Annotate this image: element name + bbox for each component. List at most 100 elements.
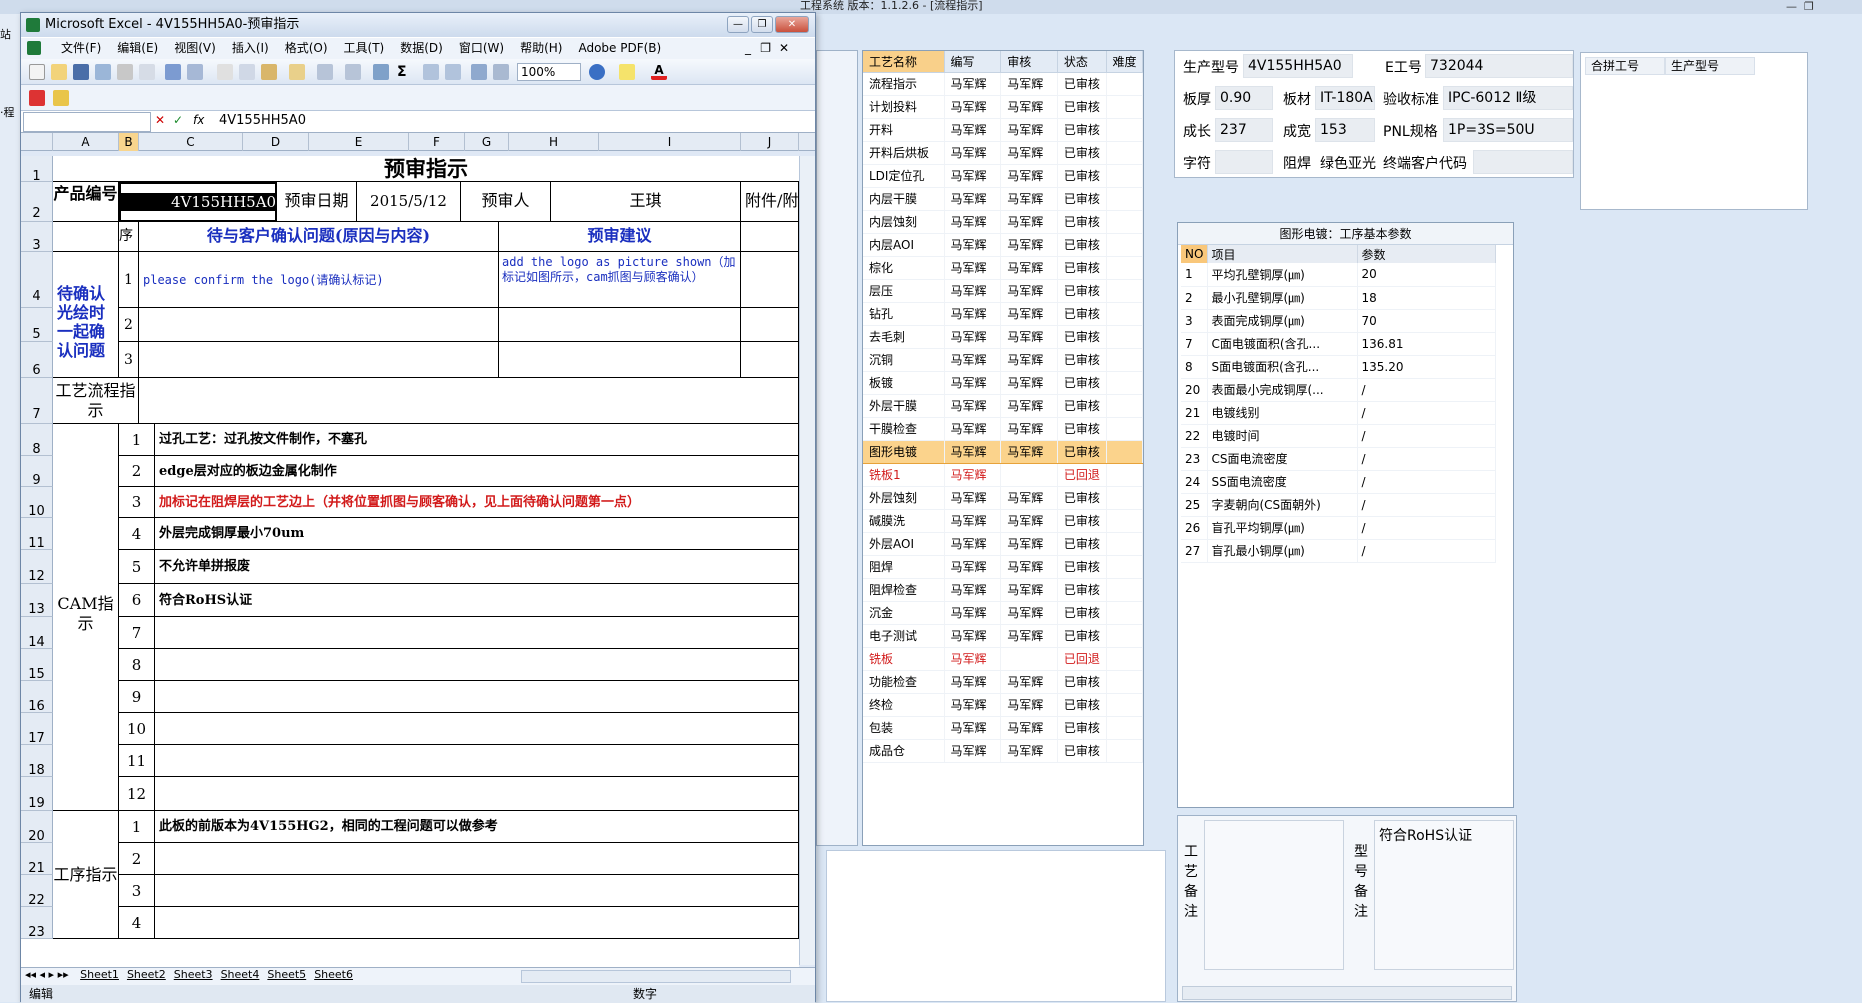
permission-icon[interactable] bbox=[95, 64, 111, 80]
sheet-cell[interactable] bbox=[499, 342, 741, 378]
material-field[interactable]: IT-180A bbox=[1315, 86, 1375, 110]
proc-row[interactable]: 外层蚀刻 马军辉 马军辉 已审核 bbox=[863, 486, 1143, 510]
review-date-label[interactable]: 预审日期 bbox=[277, 182, 357, 222]
param-col-header[interactable]: 参数 bbox=[1357, 245, 1496, 263]
sheet-cell[interactable] bbox=[139, 342, 499, 378]
autosum-icon[interactable]: Σ bbox=[397, 64, 413, 80]
cam-item[interactable]: 符合RoHS认证 bbox=[155, 584, 799, 617]
attachment-label[interactable]: 附件/附图 bbox=[741, 182, 799, 222]
proc-item[interactable] bbox=[155, 907, 799, 939]
process-note-field[interactable] bbox=[1204, 820, 1344, 970]
row-header[interactable]: 11 bbox=[21, 518, 53, 551]
proc-row[interactable]: 外层AOI 马军辉 马军辉 已审核 bbox=[863, 532, 1143, 556]
row-header[interactable]: 10 bbox=[21, 487, 53, 519]
proc-row[interactable]: 铣板1 马军辉 已回退 bbox=[863, 463, 1143, 487]
row-header[interactable]: 7 bbox=[21, 378, 53, 424]
suggest-header[interactable]: 预审建议 bbox=[499, 222, 741, 252]
chart-wizard-icon[interactable] bbox=[471, 64, 487, 80]
row-header[interactable]: 6 bbox=[21, 342, 53, 378]
e-no-field[interactable]: 732044 bbox=[1425, 54, 1573, 78]
zoom-select[interactable]: 100% bbox=[517, 63, 581, 81]
sheet-cell[interactable] bbox=[741, 222, 799, 252]
menu-item[interactable]: 编辑(E) bbox=[117, 41, 158, 55]
pdf-mail-icon[interactable] bbox=[53, 90, 69, 106]
row-header[interactable]: 1 bbox=[21, 156, 53, 184]
proc-row[interactable]: 开料后烘板 马军辉 马军辉 已审核 bbox=[863, 141, 1143, 165]
notes-hscroll[interactable] bbox=[1182, 986, 1512, 1000]
proc-row[interactable]: 铣板 马军辉 已回退 bbox=[863, 647, 1143, 671]
cam-item[interactable] bbox=[155, 745, 799, 777]
print-icon[interactable] bbox=[117, 64, 133, 80]
row-header[interactable]: 2 bbox=[21, 182, 53, 222]
column-header[interactable]: E bbox=[309, 133, 409, 151]
proc-row[interactable]: 碱膜洗 马军辉 马军辉 已审核 bbox=[863, 509, 1143, 533]
customer-field[interactable] bbox=[1473, 150, 1573, 174]
proc-row[interactable]: 层压 马军辉 马军辉 已审核 bbox=[863, 279, 1143, 303]
print-preview-icon[interactable] bbox=[139, 64, 155, 80]
horizontal-scrollbar[interactable] bbox=[521, 970, 791, 983]
reviewer-label[interactable]: 预审人 bbox=[461, 182, 551, 222]
proc-row[interactable]: 钻孔 马军辉 马军辉 已审核 bbox=[863, 302, 1143, 326]
row-header[interactable]: 22 bbox=[21, 875, 53, 908]
paste-icon[interactable] bbox=[261, 64, 277, 80]
sort-desc-icon[interactable] bbox=[445, 64, 461, 80]
param-row[interactable]: 7 C面电镀面积(含孔... 136.81 bbox=[1181, 332, 1496, 356]
row-header[interactable]: 4 bbox=[21, 252, 53, 308]
font-color-icon[interactable]: A bbox=[651, 64, 667, 80]
flow-label[interactable]: 工艺流程指示 bbox=[53, 378, 139, 424]
sheet-cell[interactable] bbox=[139, 378, 799, 424]
param-row[interactable]: 26 盲孔平均铜厚(㎛) / bbox=[1181, 516, 1496, 540]
column-header[interactable]: C bbox=[139, 133, 243, 151]
proc-row[interactable]: 沉铜 马军辉 马军辉 已审核 bbox=[863, 348, 1143, 372]
thickness-field[interactable]: 0.90 bbox=[1215, 86, 1273, 110]
char-field[interactable] bbox=[1215, 150, 1273, 174]
select-all-corner[interactable] bbox=[21, 133, 53, 151]
proc-row[interactable]: 功能检查 马军辉 马军辉 已审核 bbox=[863, 670, 1143, 694]
proc-row[interactable]: 棕化 马军辉 马军辉 已审核 bbox=[863, 256, 1143, 280]
menu-item[interactable]: 数据(D) bbox=[400, 41, 443, 55]
proc-row[interactable]: 沉金 马军辉 马军辉 已审核 bbox=[863, 601, 1143, 625]
column-header[interactable]: B bbox=[119, 133, 139, 151]
open-icon[interactable] bbox=[51, 64, 67, 80]
width-field[interactable]: 153 bbox=[1315, 118, 1375, 142]
param-col-header[interactable]: NO bbox=[1181, 245, 1208, 263]
proc-row[interactable]: 包装 马军辉 马军辉 已审核 bbox=[863, 716, 1143, 740]
tab-sheet6[interactable]: Sheet6 bbox=[310, 968, 357, 981]
param-row[interactable]: 23 CS面电流密度 / bbox=[1181, 447, 1496, 471]
sheet-cell[interactable] bbox=[53, 222, 119, 252]
research-icon[interactable] bbox=[187, 64, 203, 80]
proc-item[interactable]: 此板的前版本为4V155HG2，相同的工程问题可以做参考 bbox=[155, 811, 799, 843]
sheet-title[interactable]: 预审指示 bbox=[53, 156, 799, 182]
param-row[interactable]: 24 SS面电流密度 / bbox=[1181, 470, 1496, 494]
minimize-icon[interactable]: — bbox=[1786, 0, 1797, 13]
tab-sheet1[interactable]: Sheet1 bbox=[76, 968, 123, 981]
column-header[interactable]: A bbox=[53, 133, 119, 151]
review-date-value[interactable]: 2015/5/12 bbox=[357, 182, 461, 222]
param-row[interactable]: 1 平均孔壁铜厚(㎛) 20 bbox=[1181, 263, 1496, 287]
proc-col-header[interactable]: 状态 bbox=[1057, 51, 1107, 73]
param-row[interactable]: 22 电镀时间 / bbox=[1181, 424, 1496, 448]
row-header[interactable]: 13 bbox=[21, 584, 53, 617]
sheet-cell[interactable] bbox=[741, 342, 799, 378]
length-field[interactable]: 237 bbox=[1215, 118, 1273, 142]
sheet-cell[interactable] bbox=[741, 252, 799, 308]
save-icon[interactable] bbox=[73, 64, 89, 80]
cam-label[interactable]: CAM指示 bbox=[53, 424, 119, 811]
row-header[interactable]: 8 bbox=[21, 424, 53, 457]
pdf-convert-icon[interactable] bbox=[29, 90, 45, 106]
proc-row[interactable]: 计划投料 马军辉 马军辉 已审核 bbox=[863, 95, 1143, 119]
param-row[interactable]: 27 盲孔最小铜厚(㎛) / bbox=[1181, 539, 1496, 563]
proc-label[interactable]: 工序指示 bbox=[53, 811, 119, 939]
product-label[interactable]: 产品编号 bbox=[53, 182, 119, 222]
proc-row[interactable]: 去毛刺 马军辉 马军辉 已审核 bbox=[863, 325, 1143, 349]
param-row[interactable]: 3 表面完成铜厚(㎛) 70 bbox=[1181, 309, 1496, 333]
menu-item[interactable]: 文件(F) bbox=[61, 41, 101, 55]
seq-label[interactable]: 序号 bbox=[119, 222, 139, 252]
doc-minimize-icon[interactable]: _ bbox=[745, 38, 751, 59]
menu-item[interactable]: Adobe PDF(B) bbox=[578, 41, 661, 55]
confirm-label[interactable]: 待确认光绘时一起确认问题 bbox=[53, 252, 119, 378]
restore-button[interactable]: ❐ bbox=[751, 16, 773, 33]
cam-item[interactable]: 不允许单拼报废 bbox=[155, 550, 799, 584]
doc-close-icon[interactable]: ✕ bbox=[779, 38, 789, 59]
sheet-cell[interactable] bbox=[741, 308, 799, 342]
